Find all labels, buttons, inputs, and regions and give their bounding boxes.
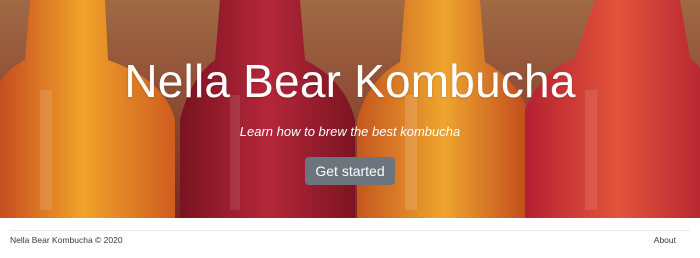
hero-section: Nella Bear Kombucha Learn how to brew th…: [0, 0, 700, 218]
footer: Nella Bear Kombucha © 2020 About: [0, 218, 700, 258]
footer-divider: [10, 230, 690, 231]
get-started-button[interactable]: Get started: [305, 157, 395, 185]
footer-copyright: Nella Bear Kombucha © 2020: [10, 235, 123, 245]
about-link[interactable]: About: [654, 235, 676, 245]
page-title: Nella Bear Kombucha: [124, 55, 576, 107]
hero-tagline: Learn how to brew the best kombucha: [239, 124, 461, 139]
hero-content: Nella Bear Kombucha Learn how to brew th…: [0, 0, 700, 218]
